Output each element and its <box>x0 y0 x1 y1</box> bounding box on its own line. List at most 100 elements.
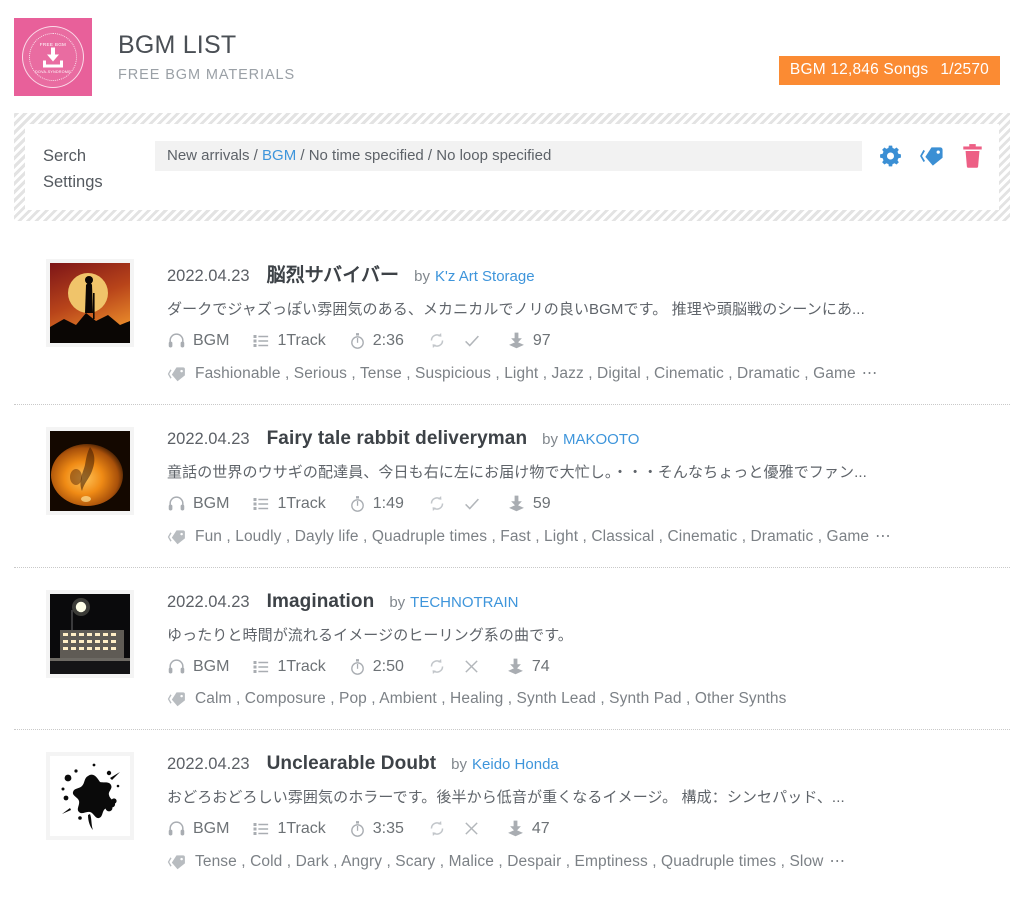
track-tags-label: Calm , Composure , Pop , Ambient , Heali… <box>195 690 787 707</box>
track-row[interactable]: 2022.04.23 Fairy tale rabbit deliveryman… <box>14 405 1010 568</box>
track-thumbnail[interactable] <box>46 590 134 678</box>
track-tags-more: ⋯ <box>829 853 846 870</box>
track-artist-link[interactable]: K'z Art Storage <box>435 268 535 285</box>
crumb-highlight[interactable]: BGM <box>262 147 296 164</box>
meta-category: BGM <box>167 657 229 676</box>
track-date: 2022.04.23 <box>167 593 250 611</box>
tag-icon <box>167 366 185 381</box>
stopwatch-icon <box>350 332 364 349</box>
stopwatch-icon <box>350 495 364 512</box>
track-row[interactable]: 2022.04.23 Imagination by TECHNOTRAIN ゆっ… <box>14 568 1010 730</box>
meta-downloads-label: 59 <box>532 494 551 512</box>
trash-icon[interactable] <box>960 143 985 169</box>
track-tags-label: Tense , Cold , Dark , Angry , Scary , Ma… <box>195 852 824 870</box>
search-action-icons <box>878 141 985 169</box>
meta-category: BGM <box>167 331 229 350</box>
search-criteria-breadcrumb[interactable]: New arrivals / BGM / No time specified /… <box>155 141 862 171</box>
track-date: 2022.04.23 <box>167 430 250 448</box>
track-info: 2022.04.23 Fairy tale rabbit deliveryman… <box>167 427 1000 546</box>
track-meta: BGM 1Track <box>167 331 1000 350</box>
track-title[interactable]: Imagination <box>267 591 375 613</box>
meta-track-count: 1Track <box>252 657 326 676</box>
track-thumbnail[interactable] <box>46 427 134 515</box>
track-tags: Calm , Composure , Pop , Ambient , Heali… <box>167 690 1000 708</box>
track-artist-link[interactable]: MAKOOTO <box>563 431 639 448</box>
track-artist-link[interactable]: TECHNOTRAIN <box>410 594 518 611</box>
meta-track-count-label: 1Track <box>277 819 326 837</box>
track-row[interactable]: 2022.04.23 脳烈サバイバー by K'z Art Storage ダー… <box>14 237 1010 405</box>
track-tags: Fashionable , Serious , Tense , Suspicio… <box>167 364 1000 383</box>
track-description: ダークでジャズっぽい雰囲気のある、メカニカルでノリの良いBGMです。 推理や頭脳… <box>167 301 865 318</box>
bgm-list-page: FREE BGM DOVA-SYNDROME BGM LIST FREE BGM… <box>0 0 1024 920</box>
site-logo[interactable]: FREE BGM DOVA-SYNDROME <box>14 18 92 96</box>
meta-category: BGM <box>167 819 229 838</box>
track-description: 童話の世界のウサギの配達員、今日も右に左にお届け物で大忙し。・・・そんなちょっと… <box>167 464 867 481</box>
stopwatch-icon <box>350 820 364 837</box>
track-thumbnail[interactable] <box>46 752 134 840</box>
track-description: ゆったりと時間が流れるイメージのヒーリング系の曲です。 <box>167 627 573 644</box>
download-icon <box>508 332 524 349</box>
track-title[interactable]: Unclearable Doubt <box>267 753 437 775</box>
meta-category-label: BGM <box>193 819 230 837</box>
track-heading: 2022.04.23 脳烈サバイバー by K'z Art Storage <box>167 260 1000 287</box>
tag-icon <box>167 692 185 707</box>
search-label-line2: Settings <box>43 173 103 191</box>
meta-duration-label: 3:35 <box>372 819 404 837</box>
meta-duration-label: 1:49 <box>372 494 404 512</box>
album-art-ink-splatter <box>50 756 130 836</box>
meta-track-count: 1Track <box>252 332 326 350</box>
by-label: by <box>542 431 558 448</box>
check-icon <box>464 335 479 347</box>
track-meta: BGM 1Track <box>167 657 1000 676</box>
list-icon <box>253 822 269 835</box>
track-artist-link[interactable]: Keido Honda <box>472 756 559 773</box>
meta-category: BGM <box>167 494 229 513</box>
album-art-moon-silhouette <box>50 263 130 343</box>
stopwatch-icon <box>350 658 364 675</box>
loop-icon <box>430 659 444 674</box>
track-tags-label: Fun , Loudly , Dayly life , Quadruple ti… <box>195 527 870 545</box>
by-label: by <box>451 756 468 773</box>
tag-icon <box>167 529 185 544</box>
download-icon <box>508 495 524 512</box>
track-info: 2022.04.23 Unclearable Doubt by Keido Ho… <box>167 752 1000 871</box>
download-arrow-icon <box>43 47 63 68</box>
meta-downloads: 59 <box>507 494 551 513</box>
by-label: by <box>389 594 406 611</box>
download-icon <box>507 658 523 675</box>
track-tags: Fun , Loudly , Dayly life , Quadruple ti… <box>167 527 1000 546</box>
meta-duration: 2:50 <box>349 658 404 676</box>
track-title[interactable]: Fairy tale rabbit deliveryman <box>267 428 528 450</box>
meta-downloads-label: 97 <box>532 331 551 349</box>
search-settings-label: Serch Settings <box>43 141 155 195</box>
headphones-icon <box>168 496 185 511</box>
loop-icon <box>430 821 444 836</box>
track-description: おどろおどろしい雰囲気のホラーです。後半から低音が重くなるイメージ。 構成：シン… <box>167 789 845 806</box>
tag-icon[interactable] <box>919 143 944 169</box>
track-meta: BGM 1Track <box>167 819 1000 838</box>
track-tags-more: ⋯ <box>861 365 878 382</box>
check-icon <box>464 498 479 510</box>
search-settings-card: Serch Settings New arrivals / BGM / No t… <box>25 124 999 210</box>
track-title[interactable]: 脳烈サバイバー <box>267 260 400 287</box>
crumb-suffix: / No time specified / No loop specified <box>296 147 552 164</box>
gear-icon[interactable] <box>878 143 903 169</box>
headphones-icon <box>168 333 185 348</box>
meta-category-label: BGM <box>193 657 230 675</box>
track-thumbnail[interactable] <box>46 259 134 347</box>
track-tags-more: ⋯ <box>875 528 891 545</box>
search-settings-band: Serch Settings New arrivals / BGM / No t… <box>14 113 1010 221</box>
album-art-night-building <box>50 594 130 674</box>
loop-icon <box>430 496 444 511</box>
meta-duration: 2:36 <box>349 332 404 350</box>
crumb-prefix: New arrivals / <box>167 147 263 164</box>
cross-icon <box>465 822 478 835</box>
track-row[interactable]: 2022.04.23 Unclearable Doubt by Keido Ho… <box>14 730 1010 892</box>
list-icon <box>253 660 269 673</box>
meta-track-count-label: 1Track <box>277 657 326 675</box>
meta-duration-label: 2:50 <box>372 657 404 675</box>
tag-icon <box>167 854 185 869</box>
track-tags: Tense , Cold , Dark , Angry , Scary , Ma… <box>167 852 1000 871</box>
meta-downloads: 97 <box>507 331 551 350</box>
track-list: 2022.04.23 脳烈サバイバー by K'z Art Storage ダー… <box>14 237 1010 892</box>
